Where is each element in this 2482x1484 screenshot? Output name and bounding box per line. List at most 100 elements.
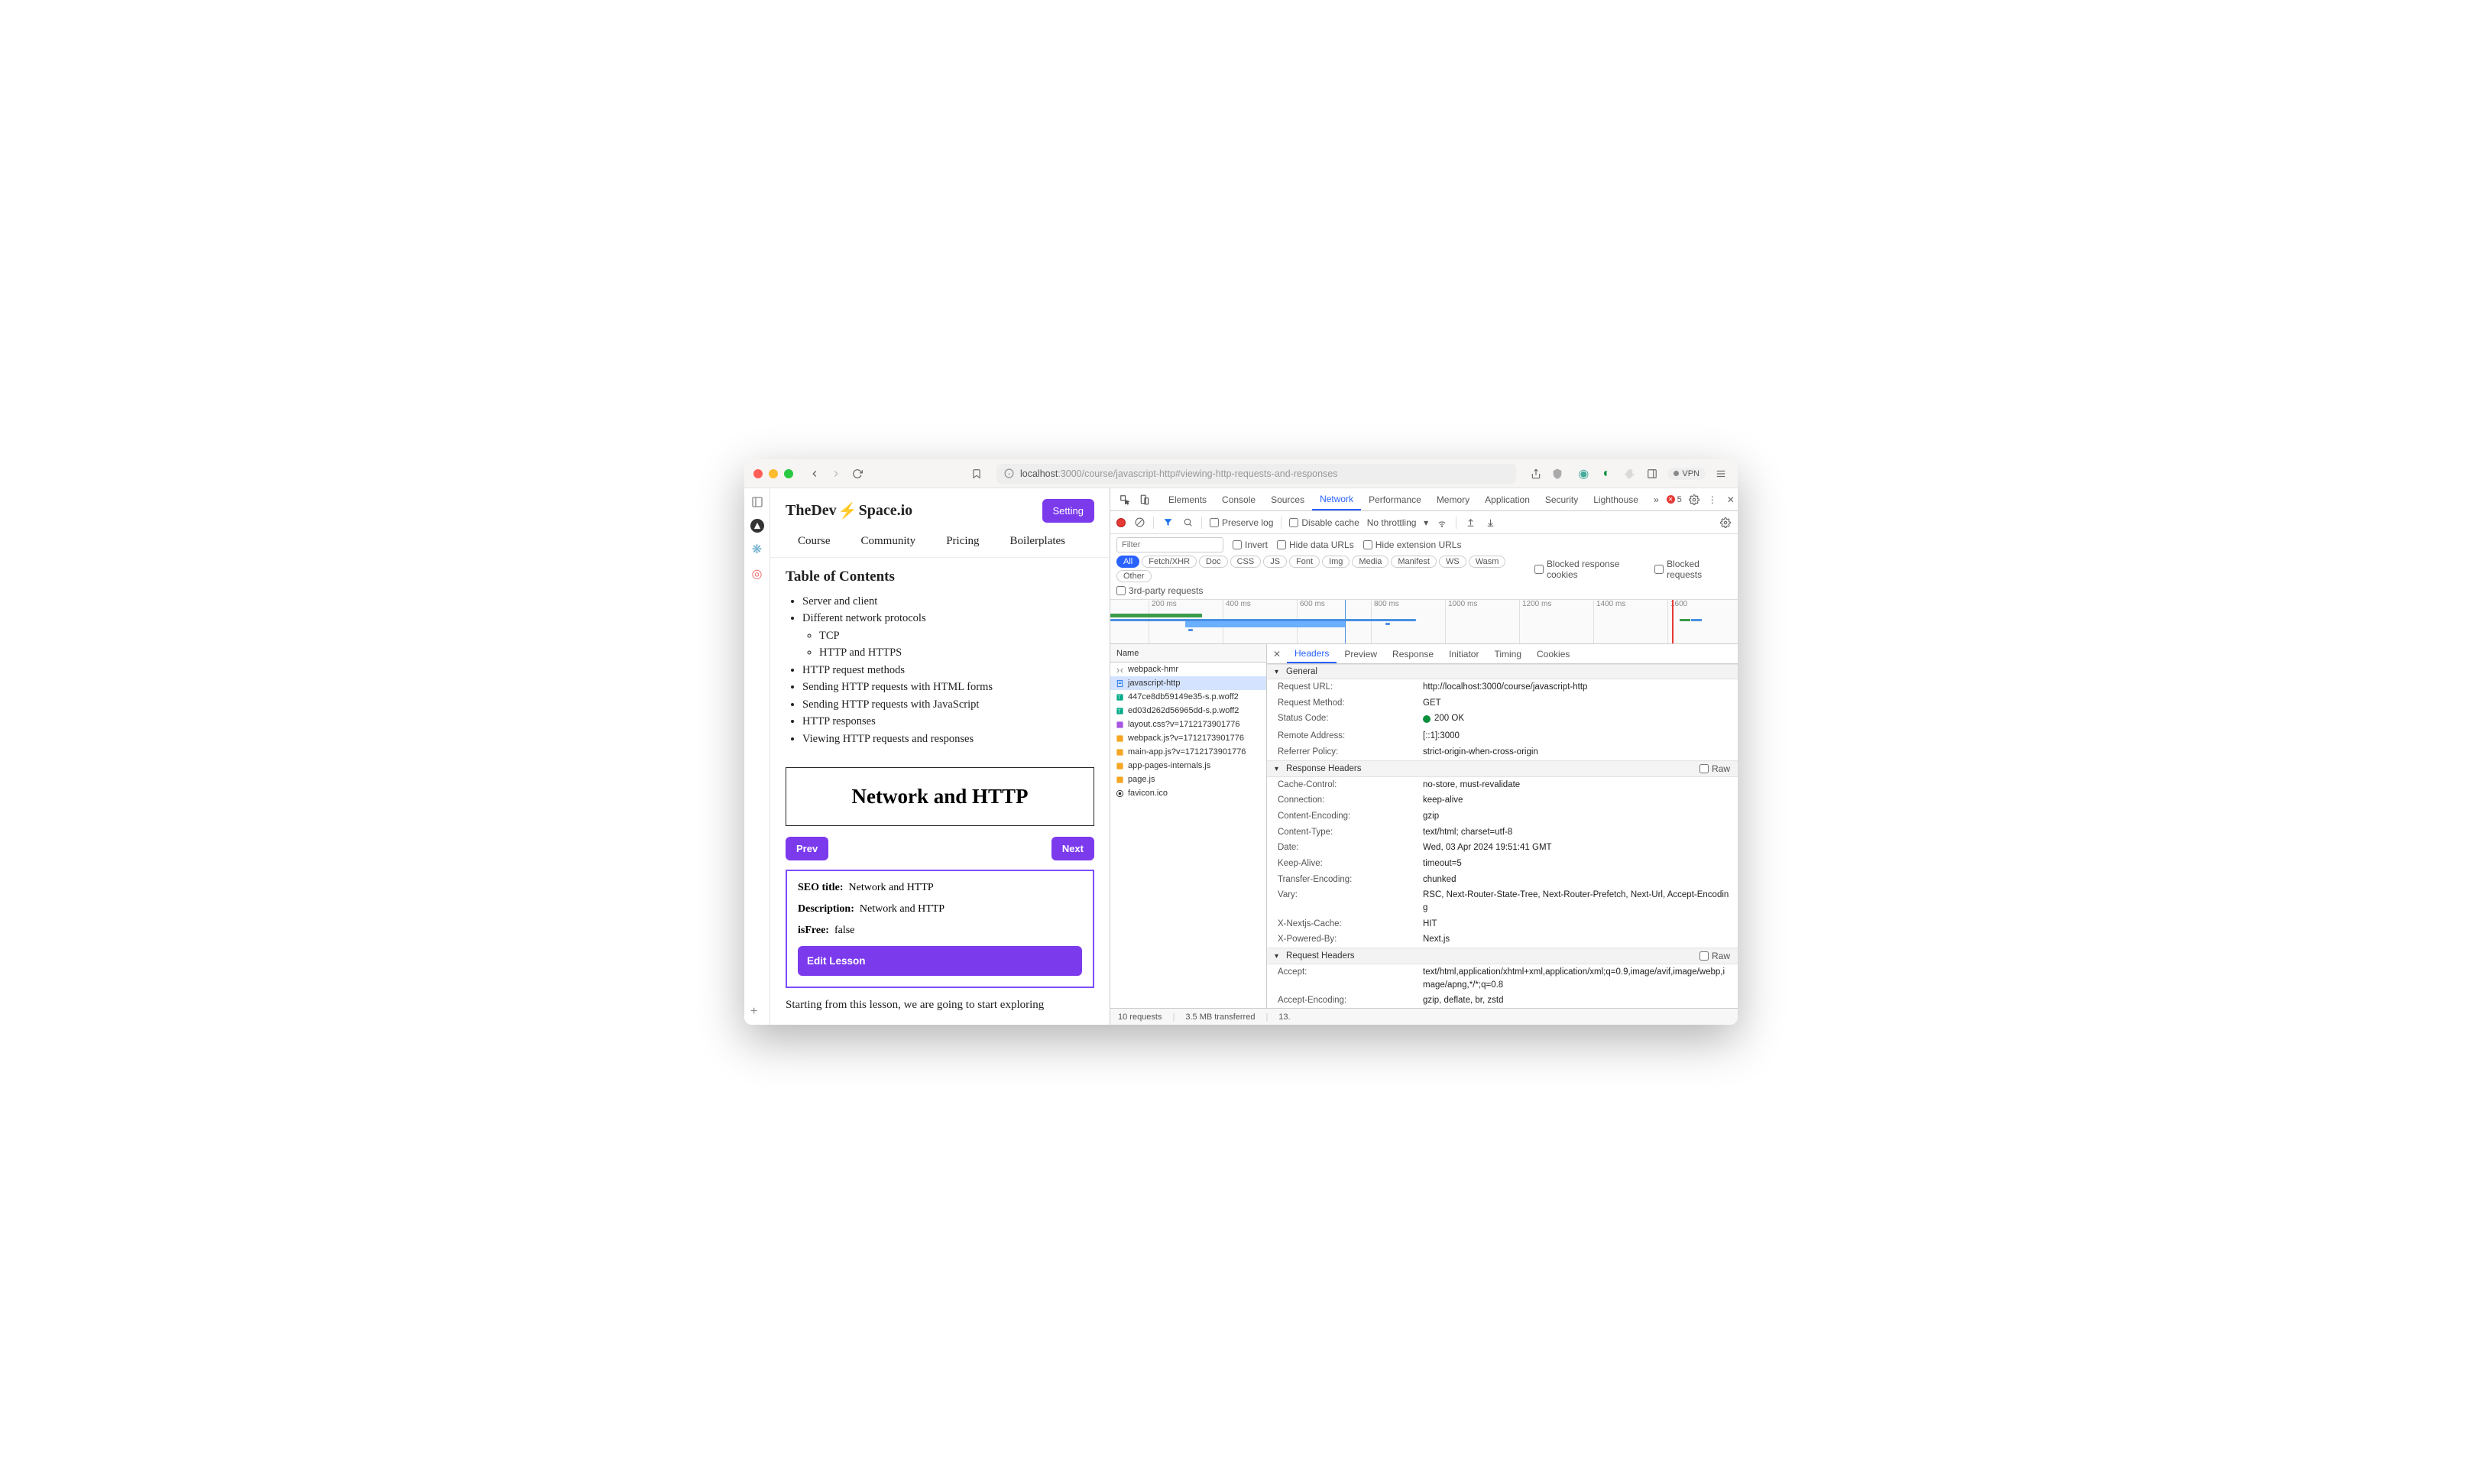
toc-item[interactable]: Viewing HTTP requests and responses	[802, 731, 1094, 747]
filter-pill-media[interactable]: Media	[1352, 556, 1388, 568]
preserve-log-checkbox[interactable]: Preserve log	[1210, 517, 1273, 528]
settings-gear-icon[interactable]	[1688, 494, 1700, 506]
section-header[interactable]: General	[1267, 664, 1738, 679]
filter-pill-img[interactable]: Img	[1322, 556, 1350, 568]
search-icon[interactable]	[1181, 517, 1194, 529]
ext-icon-2[interactable]: ◐	[1599, 466, 1614, 481]
toc-item[interactable]: Different network protocolsTCPHTTP and H…	[802, 610, 1094, 661]
tab-elements[interactable]: Elements	[1161, 488, 1214, 510]
site-logo[interactable]: TheDev⚡Space.io	[786, 501, 912, 520]
tab-performance[interactable]: Performance	[1361, 488, 1429, 510]
download-icon[interactable]	[1484, 517, 1496, 529]
invert-checkbox[interactable]: Invert	[1233, 539, 1268, 550]
detail-tab-initiator[interactable]: Initiator	[1441, 644, 1486, 663]
maximize-window-button[interactable]	[784, 469, 793, 478]
toc-item[interactable]: Sending HTTP requests with HTML forms	[802, 679, 1094, 695]
upload-icon[interactable]	[1464, 517, 1476, 529]
toc-item[interactable]: Sending HTTP requests with JavaScript	[802, 696, 1094, 713]
request-row[interactable]: javascript-http	[1110, 676, 1266, 690]
request-row[interactable]: page.js	[1110, 773, 1266, 786]
rail-ext-icon-2[interactable]: ◎	[750, 566, 765, 582]
edit-lesson-button[interactable]: Edit Lesson	[798, 946, 1082, 976]
third-party-checkbox[interactable]: 3rd-party requests	[1116, 585, 1203, 596]
more-vert-icon[interactable]: ⋮	[1706, 494, 1719, 506]
device-toggle-icon[interactable]	[1135, 488, 1155, 510]
nav-pricing[interactable]: Pricing	[946, 535, 979, 548]
toc-item[interactable]: HTTP request methods	[802, 662, 1094, 679]
next-button[interactable]: Next	[1051, 837, 1094, 860]
waterfall-overview[interactable]: 200 ms400 ms600 ms800 ms1000 ms1200 ms14…	[1110, 600, 1738, 644]
filter-pill-fetchxhr[interactable]: Fetch/XHR	[1142, 556, 1197, 568]
request-row[interactable]: app-pages-internals.js	[1110, 759, 1266, 773]
nav-boilerplates[interactable]: Boilerplates	[1010, 535, 1065, 548]
tab-console[interactable]: Console	[1214, 488, 1263, 510]
filter-pill-font[interactable]: Font	[1289, 556, 1320, 568]
bookmark-icon[interactable]	[969, 466, 984, 481]
share-icon[interactable]	[1528, 466, 1544, 481]
request-row[interactable]: layout.css?v=1712173901776	[1110, 718, 1266, 731]
extensions-icon[interactable]	[1622, 466, 1637, 481]
network-settings-icon[interactable]	[1719, 517, 1732, 529]
record-button[interactable]	[1116, 518, 1126, 527]
tab-application[interactable]: Application	[1477, 488, 1537, 510]
hide-data-urls-checkbox[interactable]: Hide data URLs	[1277, 539, 1354, 550]
request-row[interactable]: favicon.ico	[1110, 786, 1266, 800]
minimize-window-button[interactable]	[769, 469, 778, 478]
rail-ext-icon-1[interactable]: ❋	[750, 542, 765, 557]
request-row[interactable]: T447ce8db59149e35-s.p.woff2	[1110, 690, 1266, 704]
raw-toggle[interactable]: Raw	[1699, 763, 1730, 774]
shield-icon[interactable]	[1550, 466, 1565, 481]
close-window-button[interactable]	[753, 469, 763, 478]
ext-icon-1[interactable]: ◉	[1576, 466, 1591, 481]
nav-course[interactable]: Course	[798, 535, 831, 548]
blocked-cookies-checkbox[interactable]: Blocked response cookies	[1534, 559, 1645, 580]
setting-button[interactable]: Setting	[1042, 499, 1094, 523]
detail-tab-cookies[interactable]: Cookies	[1529, 644, 1577, 663]
filter-pill-css[interactable]: CSS	[1230, 556, 1262, 568]
close-devtools-icon[interactable]: ✕	[1725, 494, 1737, 506]
back-button[interactable]	[807, 466, 822, 481]
wifi-icon[interactable]	[1436, 517, 1448, 529]
vpn-pill[interactable]: VPN	[1667, 468, 1706, 480]
rail-notification-icon[interactable]	[750, 519, 764, 533]
request-row[interactable]: webpack.js?v=1712173901776	[1110, 731, 1266, 745]
detail-tab-timing[interactable]: Timing	[1486, 644, 1529, 663]
filter-pill-manifest[interactable]: Manifest	[1391, 556, 1437, 568]
request-row[interactable]: Ted03d262d56965dd-s.p.woff2	[1110, 704, 1266, 718]
section-header[interactable]: Request HeadersRaw	[1267, 948, 1738, 964]
disable-cache-checkbox[interactable]: Disable cache	[1289, 517, 1359, 528]
site-info-icon[interactable]	[1004, 468, 1014, 478]
nav-community[interactable]: Community	[861, 535, 916, 548]
inspect-element-icon[interactable]	[1115, 488, 1135, 510]
forward-button[interactable]	[828, 466, 844, 481]
toc-subitem[interactable]: HTTP and HTTPS	[819, 644, 1094, 661]
filter-pill-ws[interactable]: WS	[1439, 556, 1466, 568]
tab-sources[interactable]: Sources	[1263, 488, 1312, 510]
toc-subitem[interactable]: TCP	[819, 627, 1094, 644]
tab-memory[interactable]: Memory	[1429, 488, 1477, 510]
hamburger-menu-icon[interactable]	[1713, 466, 1729, 481]
clear-button[interactable]	[1133, 517, 1145, 529]
filter-pill-all[interactable]: All	[1116, 556, 1139, 568]
filter-pill-wasm[interactable]: Wasm	[1469, 556, 1506, 568]
toc-item[interactable]: Server and client	[802, 593, 1094, 610]
detail-tab-response[interactable]: Response	[1385, 644, 1441, 663]
close-detail-icon[interactable]: ✕	[1267, 649, 1287, 659]
request-row[interactable]: webpack-hmr	[1110, 663, 1266, 676]
error-badge[interactable]: ✕5	[1667, 495, 1682, 504]
filter-pill-other[interactable]: Other	[1116, 570, 1152, 582]
raw-toggle[interactable]: Raw	[1699, 951, 1730, 961]
filter-toggle-icon[interactable]	[1162, 517, 1174, 529]
more-tabs[interactable]: »	[1646, 488, 1667, 510]
filter-pill-doc[interactable]: Doc	[1199, 556, 1228, 568]
new-tab-button[interactable]: +	[750, 1005, 757, 1019]
name-column-header[interactable]: Name	[1110, 644, 1266, 663]
toc-item[interactable]: HTTP responses	[802, 713, 1094, 730]
rail-sidebar-icon[interactable]	[750, 494, 765, 510]
filter-input[interactable]	[1116, 537, 1223, 552]
hide-extension-urls-checkbox[interactable]: Hide extension URLs	[1363, 539, 1462, 550]
prev-button[interactable]: Prev	[786, 837, 828, 860]
tab-security[interactable]: Security	[1537, 488, 1586, 510]
tab-lighthouse[interactable]: Lighthouse	[1586, 488, 1646, 510]
address-bar[interactable]: localhost:3000/course/javascript-http#vi…	[996, 464, 1516, 484]
